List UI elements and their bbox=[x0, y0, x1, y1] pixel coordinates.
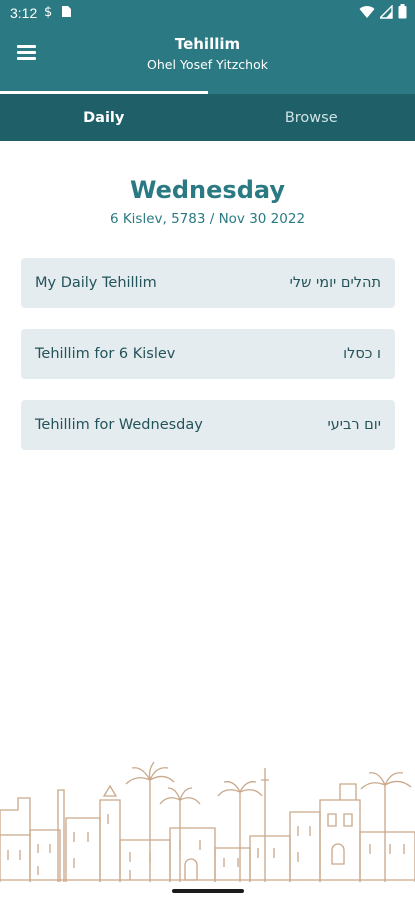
tab-browse-label: Browse bbox=[284, 109, 338, 126]
home-gesture-handle[interactable] bbox=[172, 889, 244, 893]
tab-daily-label: Daily bbox=[83, 109, 125, 126]
card-label-english: My Daily Tehillim bbox=[35, 275, 157, 291]
wifi-icon bbox=[359, 5, 375, 23]
svg-text:$: $ bbox=[44, 5, 52, 18]
tehillim-for-date-button[interactable]: Tehillim for 6 Kislev ו כסלו bbox=[21, 329, 395, 379]
date-line: 6 Kislev, 5783 / Nov 30 2022 bbox=[109, 211, 306, 227]
card-label-english: Tehillim for Wednesday bbox=[35, 417, 203, 433]
signal-icon bbox=[378, 3, 393, 23]
active-tab-indicator bbox=[0, 91, 208, 94]
sim-card-icon bbox=[61, 5, 72, 22]
status-bar: 3:12 $ bbox=[0, 0, 415, 26]
app-title-block: Tehillim Ohel Yosef Yitzchok bbox=[0, 35, 415, 72]
tab-bar: Daily Browse bbox=[0, 91, 415, 141]
tab-daily[interactable]: Daily bbox=[0, 91, 208, 141]
app-bar: Tehillim Ohel Yosef Yitzchok bbox=[0, 26, 415, 94]
my-daily-tehillim-button[interactable]: My Daily Tehillim תהלים יומי שלי bbox=[21, 258, 395, 308]
tab-browse[interactable]: Browse bbox=[208, 94, 415, 141]
day-heading: Wednesday bbox=[129, 176, 285, 204]
dollar-notification-icon: $ bbox=[43, 4, 55, 22]
app-title: Tehillim bbox=[174, 35, 241, 53]
card-label-english: Tehillim for 6 Kislev bbox=[35, 346, 176, 362]
card-label-hebrew: יום רביעי bbox=[327, 417, 381, 433]
tehillim-for-weekday-button[interactable]: Tehillim for Wednesday יום רביעי bbox=[21, 400, 395, 450]
status-time: 3:12 bbox=[10, 5, 38, 21]
app-subtitle: Ohel Yosef Yitzchok bbox=[147, 57, 268, 72]
system-navigation-bar bbox=[0, 882, 415, 900]
card-label-hebrew: ו כסלו bbox=[343, 346, 381, 362]
battery-icon bbox=[398, 4, 407, 23]
card-label-hebrew: תהלים יומי שלי bbox=[289, 275, 381, 291]
jerusalem-skyline-illustration bbox=[0, 761, 415, 888]
